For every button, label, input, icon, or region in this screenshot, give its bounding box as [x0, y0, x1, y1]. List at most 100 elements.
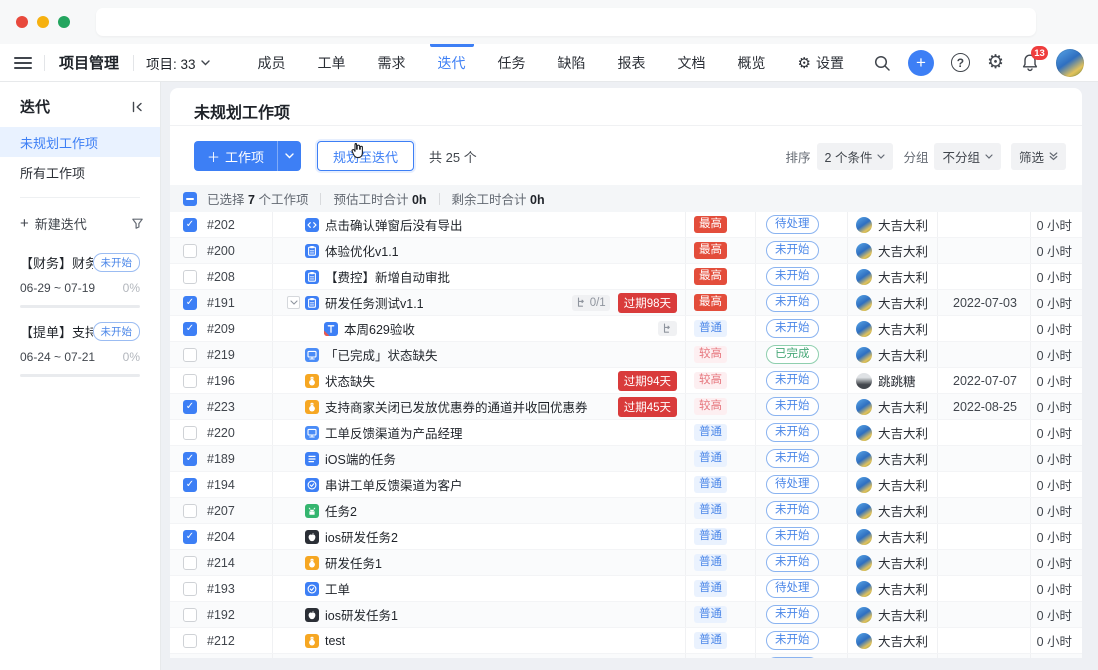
- subtask-progress-chip[interactable]: [658, 321, 677, 336]
- status-pill[interactable]: 未开始: [766, 423, 819, 442]
- group-dropdown[interactable]: 不分组: [934, 143, 1001, 170]
- status-pill[interactable]: 未开始: [766, 241, 819, 260]
- workitem-title[interactable]: 研发任务测试v1.1: [325, 293, 424, 312]
- workitem-title[interactable]: 「已完成」状态缺失: [325, 345, 438, 364]
- status-pill[interactable]: 未开始: [766, 553, 819, 572]
- table-row[interactable]: ✓#204ios研发任务2普通未开始大吉大利0 小时: [170, 524, 1082, 550]
- workitem-title[interactable]: 【考核】测试计划不通过提bug: [325, 657, 496, 658]
- status-pill[interactable]: 未开始: [766, 449, 819, 468]
- new-iteration-button[interactable]: + 新建迭代: [0, 208, 160, 239]
- status-pill[interactable]: 未开始: [766, 319, 819, 338]
- nav-tab-任务[interactable]: 任务: [486, 44, 538, 82]
- row-checkbox[interactable]: ✓: [183, 400, 197, 414]
- sidebar-item[interactable]: 所有工作项: [0, 157, 160, 187]
- workitem-title[interactable]: 任务2: [325, 501, 357, 520]
- project-selector[interactable]: 项目: 33: [146, 53, 210, 73]
- workitem-title[interactable]: 工单反馈渠道为产品经理: [325, 423, 463, 442]
- table-row[interactable]: ✓#202点击确认弹窗后没有导出最高待处理大吉大利0 小时: [170, 212, 1082, 238]
- table-row[interactable]: #212test普通未开始大吉大利0 小时: [170, 628, 1082, 654]
- nav-tab-需求[interactable]: 需求: [366, 44, 418, 82]
- notification-bell-icon[interactable]: 13: [1021, 53, 1039, 72]
- status-pill[interactable]: 未开始: [766, 501, 819, 520]
- row-checkbox[interactable]: ✓: [183, 322, 197, 336]
- table-row[interactable]: #208【费控】新增自动审批最高未开始大吉大利0 小时: [170, 264, 1082, 290]
- sort-condition-dropdown[interactable]: 2 个条件: [817, 143, 894, 170]
- table-row[interactable]: #200体验优化v1.1最高未开始大吉大利0 小时: [170, 238, 1082, 264]
- nav-tab-报表[interactable]: 报表: [606, 44, 658, 82]
- status-pill[interactable]: 未开始: [766, 293, 819, 312]
- create-button[interactable]: +: [908, 50, 934, 76]
- table-row[interactable]: ✓#223支持商家关闭已发放优惠券的通道并收回优惠券过期45天较高未开始大吉大利…: [170, 394, 1082, 420]
- row-checkbox[interactable]: ✓: [183, 452, 197, 466]
- workitem-title[interactable]: 工单: [325, 579, 350, 598]
- status-pill[interactable]: 未开始: [766, 267, 819, 286]
- table-row[interactable]: #219「已完成」状态缺失较高已完成大吉大利0 小时: [170, 342, 1082, 368]
- subtask-progress-chip[interactable]: 0/1: [572, 295, 610, 311]
- add-workitem-dropdown[interactable]: [277, 141, 301, 171]
- nav-tab-成员[interactable]: 成员: [246, 44, 298, 82]
- workitem-title[interactable]: 本周629验收: [344, 319, 415, 338]
- iteration-card[interactable]: 【提单】支持...未开始06-24 ~ 07-210%: [0, 308, 160, 377]
- status-pill[interactable]: 待处理: [766, 215, 819, 234]
- row-checkbox[interactable]: [183, 608, 197, 622]
- row-checkbox[interactable]: ✓: [183, 296, 197, 310]
- select-all-checkbox[interactable]: [183, 192, 197, 206]
- workitem-title[interactable]: 串讲工单反馈渠道为客户: [325, 475, 463, 494]
- workitem-title[interactable]: iOS端的任务: [325, 449, 396, 468]
- status-pill[interactable]: 未开始: [766, 605, 819, 624]
- workitem-title[interactable]: 体验优化v1.1: [325, 241, 399, 260]
- row-checkbox[interactable]: [183, 244, 197, 258]
- table-row[interactable]: ✓#191研发任务测试v1.10/1过期98天最高未开始大吉大利2022-07-…: [170, 290, 1082, 316]
- nav-tab-缺陷[interactable]: 缺陷: [546, 44, 598, 82]
- status-pill[interactable]: 已完成: [766, 345, 819, 364]
- workitem-title[interactable]: 研发任务1: [325, 553, 382, 572]
- row-checkbox[interactable]: [183, 426, 197, 440]
- collapse-sidebar-icon[interactable]: [130, 100, 144, 114]
- workitem-title[interactable]: 支持商家关闭已发放优惠券的通道并收回优惠券: [325, 397, 588, 416]
- tab-settings[interactable]: ⚙ 设置: [786, 53, 856, 73]
- table-row[interactable]: #214研发任务1普通未开始大吉大利0 小时: [170, 550, 1082, 576]
- sidebar-item[interactable]: 未规划工作项: [0, 127, 160, 157]
- workitem-title[interactable]: 点击确认弹窗后没有导出: [325, 215, 463, 234]
- window-close-button[interactable]: [16, 16, 28, 28]
- help-icon[interactable]: ?: [951, 53, 970, 72]
- row-checkbox[interactable]: [183, 504, 197, 518]
- workitem-title[interactable]: ios研发任务2: [325, 527, 398, 546]
- address-bar[interactable]: [96, 8, 1036, 36]
- nav-tab-文档[interactable]: 文档: [666, 44, 718, 82]
- add-workitem-button[interactable]: ＋ 工作项: [194, 141, 301, 171]
- filter-funnel-icon[interactable]: [131, 217, 144, 230]
- workitem-title[interactable]: 【费控】新增自动审批: [325, 267, 450, 286]
- settings-gear-icon[interactable]: ⚙: [987, 53, 1004, 72]
- status-pill[interactable]: 未开始: [766, 527, 819, 546]
- status-pill[interactable]: 待处理: [766, 657, 819, 658]
- table-row[interactable]: ✓#189iOS端的任务普通未开始大吉大利0 小时: [170, 446, 1082, 472]
- row-checkbox[interactable]: ✓: [183, 478, 197, 492]
- iteration-card[interactable]: 【财务】财务...未开始06-29 ~ 07-190%: [0, 239, 160, 308]
- table-row[interactable]: ✓#194串讲工单反馈渠道为客户普通待处理大吉大利0 小时: [170, 472, 1082, 498]
- table-row[interactable]: ✓#209本周629验收普通未开始大吉大利0 小时: [170, 316, 1082, 342]
- nav-tab-工单[interactable]: 工单: [306, 44, 358, 82]
- workitem-title[interactable]: test: [325, 634, 345, 648]
- filter-toggle[interactable]: 筛选: [1011, 143, 1066, 170]
- status-pill[interactable]: 待处理: [766, 579, 819, 598]
- row-checkbox[interactable]: [183, 374, 197, 388]
- table-row[interactable]: #193工单普通待处理大吉大利0 小时: [170, 576, 1082, 602]
- row-checkbox[interactable]: [183, 634, 197, 648]
- workitem-title[interactable]: 状态缺失: [325, 371, 375, 390]
- row-checkbox[interactable]: ✓: [183, 530, 197, 544]
- expand-children-toggle[interactable]: [287, 296, 300, 309]
- table-row[interactable]: #192ios研发任务1普通未开始大吉大利0 小时: [170, 602, 1082, 628]
- user-avatar[interactable]: [1056, 49, 1084, 77]
- status-pill[interactable]: 待处理: [766, 475, 819, 494]
- status-pill[interactable]: 未开始: [766, 371, 819, 390]
- table-row[interactable]: #225【考核】测试计划不通过提bug普通待处理大吉大利0 小时: [170, 654, 1082, 658]
- table-row[interactable]: #196状态缺失过期94天较高未开始跳跳糖2022-07-070 小时: [170, 368, 1082, 394]
- row-checkbox[interactable]: ✓: [183, 218, 197, 232]
- hamburger-menu-icon[interactable]: [14, 54, 32, 72]
- workitem-title[interactable]: ios研发任务1: [325, 605, 398, 624]
- status-pill[interactable]: 未开始: [766, 631, 819, 650]
- nav-tab-概览[interactable]: 概览: [726, 44, 778, 82]
- table-row[interactable]: #220工单反馈渠道为产品经理普通未开始大吉大利0 小时: [170, 420, 1082, 446]
- nav-tab-迭代[interactable]: 迭代: [426, 44, 478, 82]
